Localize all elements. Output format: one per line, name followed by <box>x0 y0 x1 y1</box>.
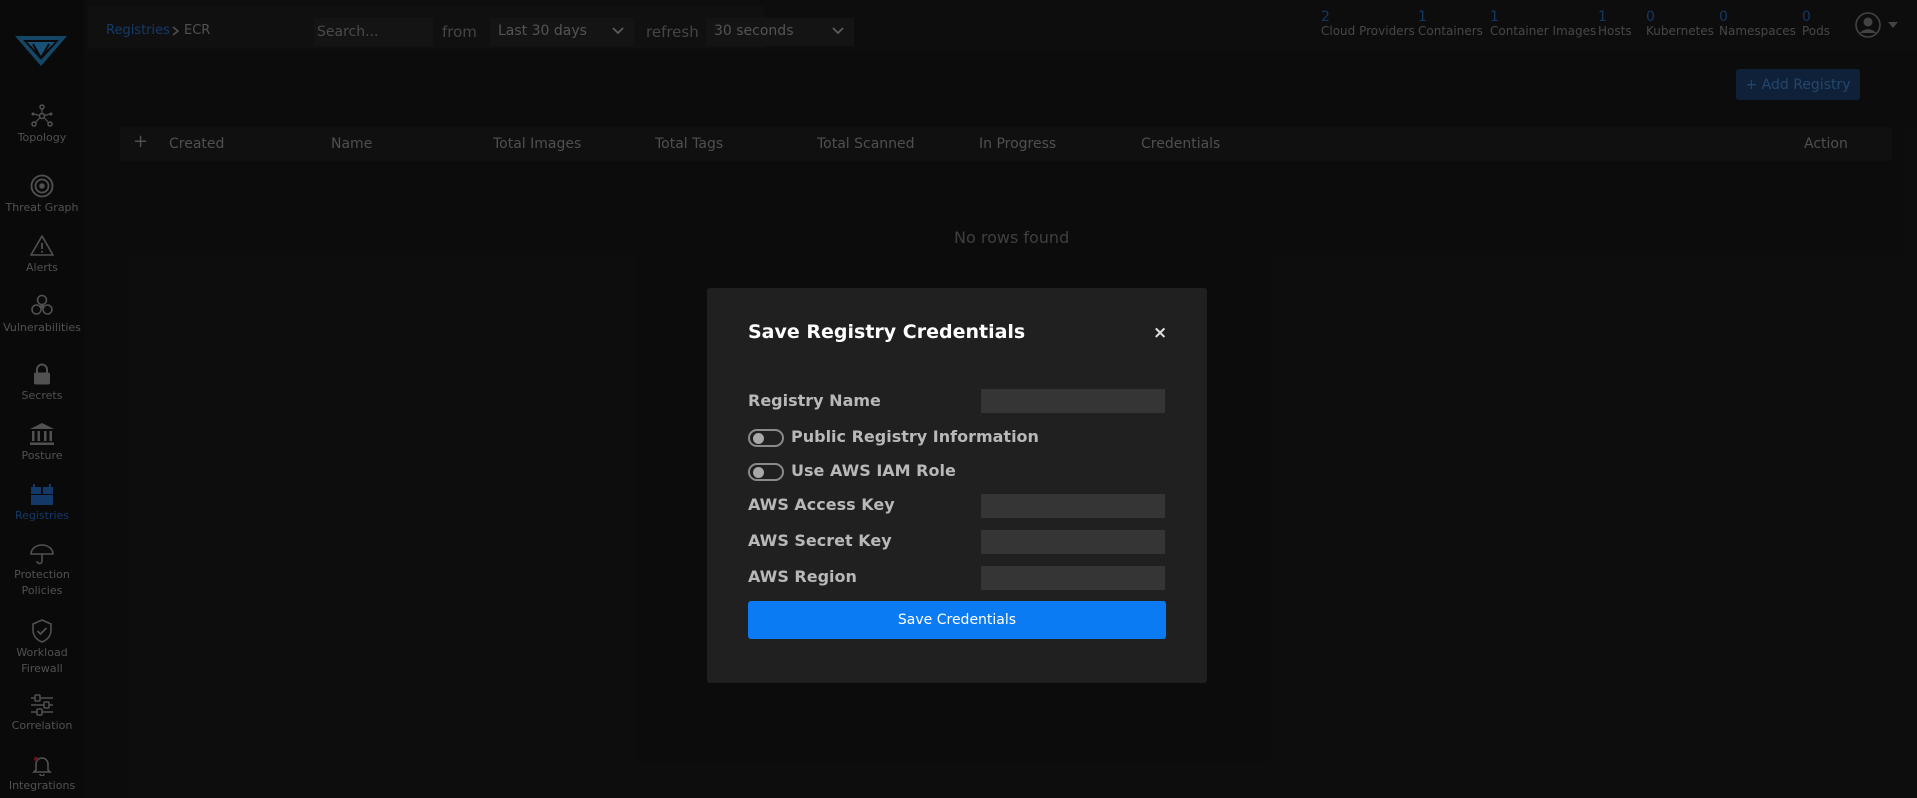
access-key-input[interactable] <box>981 494 1165 518</box>
modal-title: Save Registry Credentials <box>748 321 1026 343</box>
use-iam-role-label: Use AWS IAM Role <box>791 461 956 480</box>
region-input[interactable] <box>981 566 1165 590</box>
secret-key-label: AWS Secret Key <box>748 531 892 550</box>
toggle-knob <box>753 433 764 444</box>
save-credentials-modal: Save Registry Credentials × Registry Nam… <box>707 288 1207 683</box>
public-registry-label: Public Registry Information <box>791 427 1039 446</box>
close-icon[interactable]: × <box>1153 323 1167 343</box>
secret-key-input[interactable] <box>981 530 1165 554</box>
public-registry-toggle[interactable] <box>748 429 784 447</box>
access-key-label: AWS Access Key <box>748 495 895 514</box>
registry-name-label: Registry Name <box>748 391 881 410</box>
save-credentials-button[interactable]: Save Credentials <box>748 601 1166 639</box>
registry-name-input[interactable] <box>981 389 1165 413</box>
toggle-knob <box>753 467 764 478</box>
region-label: AWS Region <box>748 567 857 586</box>
use-iam-role-toggle[interactable] <box>748 463 784 481</box>
